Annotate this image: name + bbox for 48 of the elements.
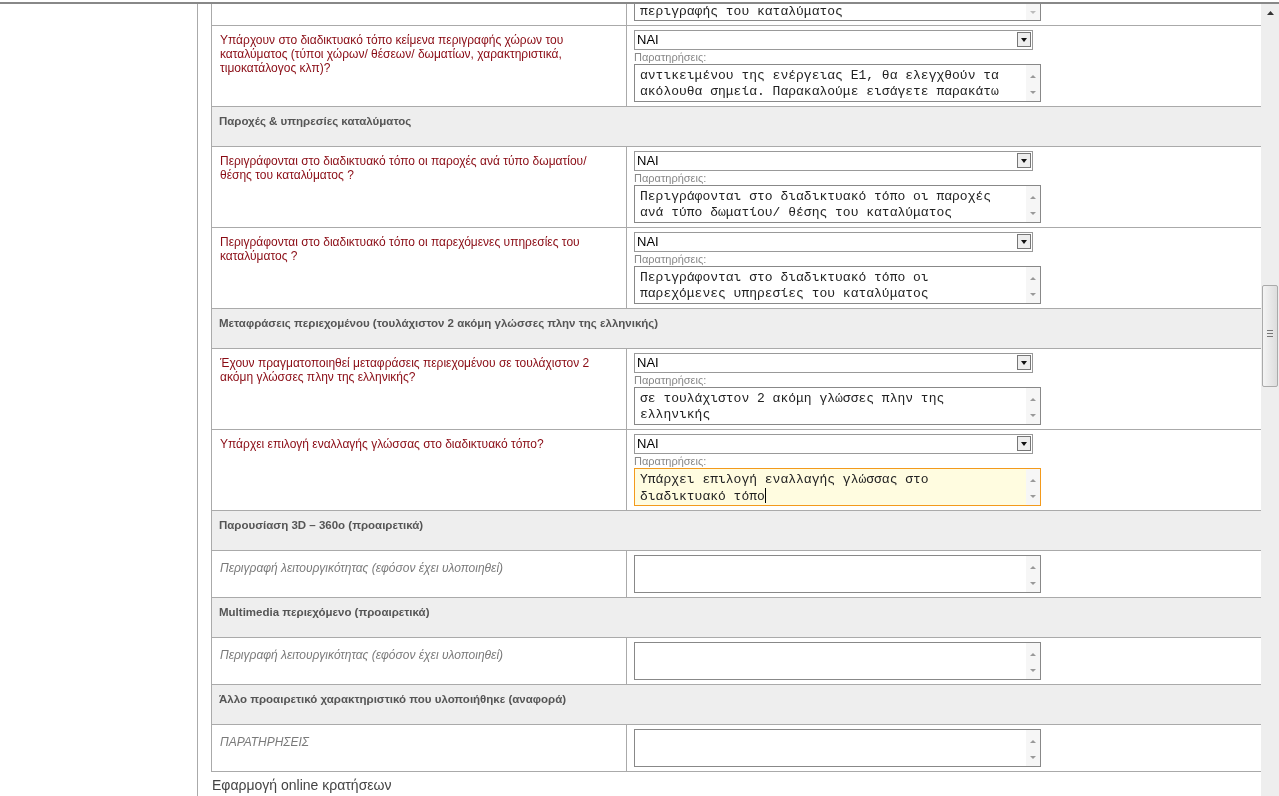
scroll-down-icon[interactable] <box>1030 91 1036 94</box>
remarks-field[interactable]: Περιγράφονται στο διαδικτυακό τόπο οι παρεχόμενες υπηρεσίες του καταλύματος <box>634 266 1041 304</box>
scroll-down-icon[interactable] <box>1030 495 1036 498</box>
answer-select[interactable]: ΝΑΙ <box>634 30 1033 50</box>
section-heading: Εφαρμογή online κρατήσεων <box>211 776 393 793</box>
scrollbar-thumb[interactable] <box>1262 285 1278 387</box>
scroll-down-icon[interactable] <box>1030 582 1036 585</box>
caret-icon[interactable] <box>1021 159 1027 163</box>
remarks-label: Παρατηρήσεις: <box>634 172 707 184</box>
description-label: ΠΑΡΑΤΗΡΗΣΕΙΣ <box>220 735 310 749</box>
question-label: Υπάρχει επιλογή εναλλαγής γλώσσας στο διαδικτυακό τόπο? <box>220 437 545 451</box>
question-label: Έχουν πραγματοποιηθεί μεταφράσεις περιεχομένου σε τουλάχιστον 2 ακόμη γλώσσες πλην της ελληνικής? <box>220 356 591 384</box>
remarks-field[interactable]: Υπάρχει επιλογή εναλλαγής γλώσσας στο διαδικτυακό τόπο <box>634 468 1041 506</box>
question-label: Υπάρχουν στο διαδικτυακό τόπο κείμενα περιγραφής χώρων του καταλύματος (τύποι χώρων/ θέσεων/ δωματίων, χαρακτηριστικά, τιμοκατάλογος κλπ)? <box>220 33 565 75</box>
answer-select[interactable]: ΝΑΙ <box>634 232 1033 252</box>
remarks-label: Παρατηρήσεις: <box>634 51 707 63</box>
section-title: Multimedia περιεχόμενο (προαιρετικά) <box>219 606 430 618</box>
remarks-field[interactable]: περιγραφής του καταλύματος <box>634 4 1041 21</box>
question-label: Περιγράφονται στο διαδικτυακό τόπο οι παρεχόμενες υπηρεσίες του καταλύματος ? <box>220 235 581 263</box>
section-title: Παροχές & υπηρεσίες καταλύματος <box>219 115 412 127</box>
caret-icon[interactable] <box>1021 38 1027 42</box>
scroll-down-icon[interactable] <box>1030 414 1036 417</box>
question-label: Περιγράφονται στο διαδικτυακό τόπο οι παροχές ανά τύπο δωματίου/ θέσης του καταλύματος ? <box>220 154 588 182</box>
caret-icon[interactable] <box>1021 240 1027 244</box>
section-title: Άλλο προαιρετικό χαρακτηριστικό που υλοποιήθηκε (αναφορά) <box>219 693 567 705</box>
remarks-label: Παρατηρήσεις: <box>634 253 707 265</box>
remarks-label: Παρατηρήσεις: <box>634 455 707 467</box>
remarks-field[interactable] <box>634 729 1041 767</box>
remarks-field[interactable]: Περιγράφονται στο διαδικτυακό τόπο οι παροχές ανά τύπο δωματίου/ θέσης του καταλύματος <box>634 185 1041 223</box>
description-label: Περιγραφή λειτουργικότητας (εφόσον έχει υλοποιηθεί) <box>220 648 504 662</box>
answer-select[interactable]: ΝΑΙ <box>634 151 1033 171</box>
remarks-field[interactable]: σε τουλάχιστον 2 ακόμη γλώσσες πλην της ελληνικής <box>634 387 1041 425</box>
scroll-down-icon[interactable] <box>1030 212 1036 215</box>
scroll-down-icon[interactable] <box>1030 11 1036 14</box>
scroll-down-icon[interactable] <box>1030 756 1036 759</box>
caret-icon[interactable] <box>1021 442 1027 446</box>
caret-icon[interactable] <box>1021 361 1027 365</box>
remarks-field[interactable] <box>634 642 1041 680</box>
answer-select[interactable]: ΝΑΙ <box>634 434 1033 454</box>
answer-select[interactable]: ΝΑΙ <box>634 353 1033 373</box>
remarks-label: Παρατηρήσεις: <box>634 374 707 386</box>
section-title: Μεταφράσεις περιεχομένου (τουλάχιστον 2 ακόμη γλώσσες πλην της ελληνικής) <box>219 317 659 329</box>
remarks-field[interactable] <box>634 555 1041 593</box>
remarks-field[interactable]: αντικειμένου της ενέργειας Ε1, θα ελεγχθούν τα ακόλουθα σημεία. Παρακαλούμε εισάγετε παρακάτω <box>634 64 1041 102</box>
scroll-down-icon[interactable] <box>1030 293 1036 296</box>
description-label: Περιγραφή λειτουργικότητας (εφόσον έχει υλοποιηθεί) <box>220 561 504 575</box>
scroll-down-icon[interactable] <box>1030 669 1036 672</box>
section-title: Παρουσίαση 3D – 360ο (προαιρετικά) <box>219 519 424 531</box>
